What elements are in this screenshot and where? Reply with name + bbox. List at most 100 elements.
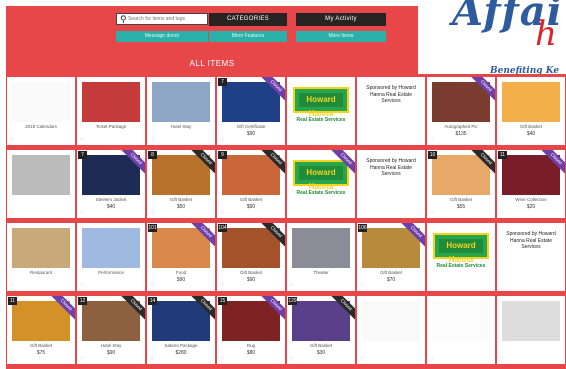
item-title[interactable]: Food (147, 270, 215, 275)
heart-icon[interactable]: ♡ (430, 356, 434, 362)
item-title[interactable]: Gift Basket (147, 197, 215, 202)
item-title[interactable]: Gift Basket (287, 343, 355, 348)
my-activity-button[interactable]: My Activity (296, 13, 386, 26)
heart-icon[interactable]: ♡ (290, 356, 294, 362)
item-card[interactable]: Gift Basket $90 ♡ 104 Closed (217, 223, 285, 291)
heart-icon[interactable]: ♡ (360, 283, 364, 289)
heart-icon[interactable]: ♡ (290, 283, 294, 289)
item-card[interactable]: Rug $80 ♡ 15 Closed (217, 296, 285, 364)
item-image[interactable] (502, 301, 560, 341)
heart-icon[interactable]: ♡ (80, 356, 84, 362)
item-title[interactable]: Sabres Package (147, 343, 215, 348)
item-image[interactable] (222, 82, 280, 122)
item-card[interactable]: Gift Basket $40 ♡ (497, 77, 565, 145)
search-input[interactable] (128, 14, 206, 24)
item-card[interactable]: Theater ♡ (287, 223, 355, 291)
item-image[interactable] (222, 301, 280, 341)
heart-icon[interactable]: ♡ (500, 356, 504, 362)
item-image[interactable] (82, 155, 140, 195)
heart-icon[interactable]: ♡ (430, 137, 434, 143)
item-card[interactable]: Steelers Jacket $40 ♡ 7 Closed (77, 150, 145, 218)
item-card[interactable]: ♡ (427, 296, 495, 364)
more-items-button[interactable]: More Items (296, 31, 386, 42)
heart-icon[interactable]: ♡ (150, 356, 154, 362)
item-title[interactable]: Autographed Pic (427, 124, 495, 129)
item-image[interactable] (152, 82, 210, 122)
item-title[interactable]: Gift Basket (427, 197, 495, 202)
item-title[interactable]: Rug (217, 343, 285, 348)
item-title[interactable]: Gift Basket (357, 270, 425, 275)
item-title[interactable]: 2018 Calendars (7, 124, 75, 129)
item-card[interactable]: 2018 Calendars ♡ (7, 77, 75, 145)
heart-icon[interactable]: ♡ (220, 283, 224, 289)
item-title[interactable]: Performance (77, 270, 145, 275)
item-title[interactable]: Steelers Jacket (77, 197, 145, 202)
item-card[interactable]: Wine Collection $20 ♡ 11 Closed (497, 150, 565, 218)
item-title[interactable]: Ticket Package (77, 124, 145, 129)
item-image[interactable] (432, 301, 490, 341)
item-title[interactable]: Hotel Stay (147, 124, 215, 129)
item-image[interactable] (222, 228, 280, 268)
item-card[interactable]: Sponsored by Howard Hanna Real Estate Se… (497, 223, 565, 291)
heart-icon[interactable]: ♡ (220, 210, 224, 216)
item-card[interactable]: Gift Basket $70 ♡ 106 Closed (357, 223, 425, 291)
item-image[interactable] (12, 155, 70, 195)
item-title[interactable]: Restaurant (7, 270, 75, 275)
item-image[interactable] (82, 228, 140, 268)
item-card[interactable]: Howard Hanna Real Estate Services Closed (287, 150, 355, 218)
more-features-button[interactable]: More Features (209, 31, 287, 42)
item-title[interactable]: Gift Basket (497, 124, 565, 129)
item-card[interactable]: Food $90 ♡ 101 Closed (147, 223, 215, 291)
search-box[interactable]: ⚲ (116, 13, 208, 25)
item-card[interactable]: Restaurant ♡ (7, 223, 75, 291)
item-card[interactable]: Autographed Pic $135 ♡ Closed (427, 77, 495, 145)
heart-icon[interactable]: ♡ (80, 210, 84, 216)
item-image[interactable] (292, 228, 350, 268)
item-card[interactable]: Gift Basket $55 ♡ 10 Closed (427, 150, 495, 218)
heart-icon[interactable]: ♡ (10, 210, 14, 216)
item-image[interactable] (152, 228, 210, 268)
heart-icon[interactable]: ♡ (500, 137, 504, 143)
item-card[interactable]: Sabres Package $280 ♡ 14 Closed (147, 296, 215, 364)
item-image[interactable] (362, 301, 420, 341)
heart-icon[interactable]: ♡ (150, 283, 154, 289)
item-title[interactable]: Wine Collection (497, 197, 565, 202)
item-card[interactable]: Sponsored by Howard Hanna Real Estate Se… (357, 77, 425, 145)
item-card[interactable]: Hotel Stay $90 ♡ 12 Closed (77, 296, 145, 364)
item-image[interactable] (222, 155, 280, 195)
item-title[interactable]: Gift Basket (7, 343, 75, 348)
item-card[interactable]: Sponsored by Howard Hanna Real Estate Se… (357, 150, 425, 218)
item-title[interactable]: Gift Basket (217, 197, 285, 202)
item-title[interactable]: Theater (287, 270, 355, 275)
item-image[interactable] (502, 82, 560, 122)
item-image[interactable] (432, 82, 490, 122)
item-image[interactable] (152, 155, 210, 195)
item-image[interactable] (82, 82, 140, 122)
item-image[interactable] (82, 301, 140, 341)
item-card[interactable]: ♡ (7, 150, 75, 218)
item-image[interactable] (362, 228, 420, 268)
item-image[interactable] (152, 301, 210, 341)
heart-icon[interactable]: ♡ (220, 356, 224, 362)
heart-icon[interactable]: ♡ (80, 137, 84, 143)
heart-icon[interactable]: ♡ (500, 210, 504, 216)
heart-icon[interactable]: ♡ (10, 283, 14, 289)
item-card[interactable]: Gift Basket $30 ♡ 129 Closed (287, 296, 355, 364)
heart-icon[interactable]: ♡ (10, 356, 14, 362)
message-donor-button[interactable]: Message donor (116, 31, 208, 42)
item-image[interactable] (502, 155, 560, 195)
item-card[interactable]: Hotel Stay ♡ (147, 77, 215, 145)
item-image[interactable] (292, 301, 350, 341)
item-card[interactable]: ♡ (357, 296, 425, 364)
heart-icon[interactable]: ♡ (220, 137, 224, 143)
heart-icon[interactable]: ♡ (10, 137, 14, 143)
item-card[interactable]: Howard Hanna Real Estate Services (287, 77, 355, 145)
item-card[interactable]: Gift Basket $75 ♡ 11 Closed (7, 296, 75, 364)
item-card[interactable]: ♡ (497, 296, 565, 364)
item-image[interactable] (12, 228, 70, 268)
item-title[interactable]: Gift Certificate (217, 124, 285, 129)
item-card[interactable]: Gift Basket $90 ♡ 9 Closed (217, 150, 285, 218)
item-image[interactable] (12, 82, 70, 122)
item-image[interactable] (432, 155, 490, 195)
item-title[interactable]: Hotel Stay (77, 343, 145, 348)
